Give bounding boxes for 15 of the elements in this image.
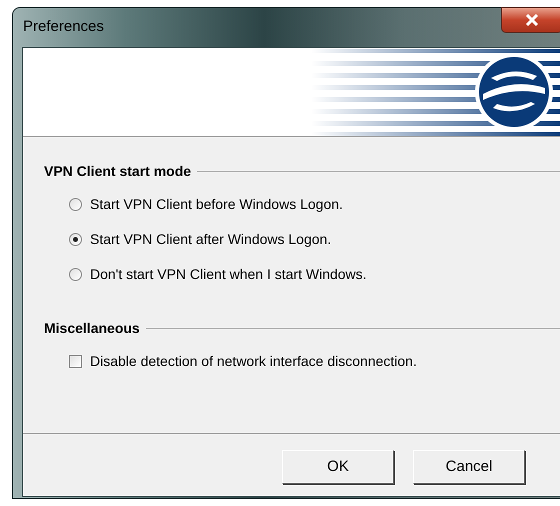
dialog-button[interactable]: OK: [282, 450, 394, 484]
option-label[interactable]: Start VPN Client after Windows Logon.: [90, 228, 332, 250]
radio-button[interactable]: [69, 198, 82, 210]
radio-button[interactable]: [69, 268, 82, 280]
window-title: Preferences: [23, 17, 104, 38]
section-heading: Miscellaneous: [44, 318, 140, 338]
radio-button[interactable]: [69, 232, 82, 246]
option-label[interactable]: Disable detection of network interface disconnection.: [90, 350, 417, 372]
dialog-button[interactable]: Cancel: [413, 450, 525, 484]
close-button[interactable]: [501, 7, 560, 33]
option-label[interactable]: Don't start VPN Client when I start Windows.: [90, 264, 367, 284]
section-heading: VPN Client start mode: [44, 162, 192, 180]
close-icon: [525, 14, 539, 26]
checkbox[interactable]: [69, 354, 82, 368]
option-label[interactable]: Start VPN Client before Windows Logon.: [90, 194, 343, 214]
